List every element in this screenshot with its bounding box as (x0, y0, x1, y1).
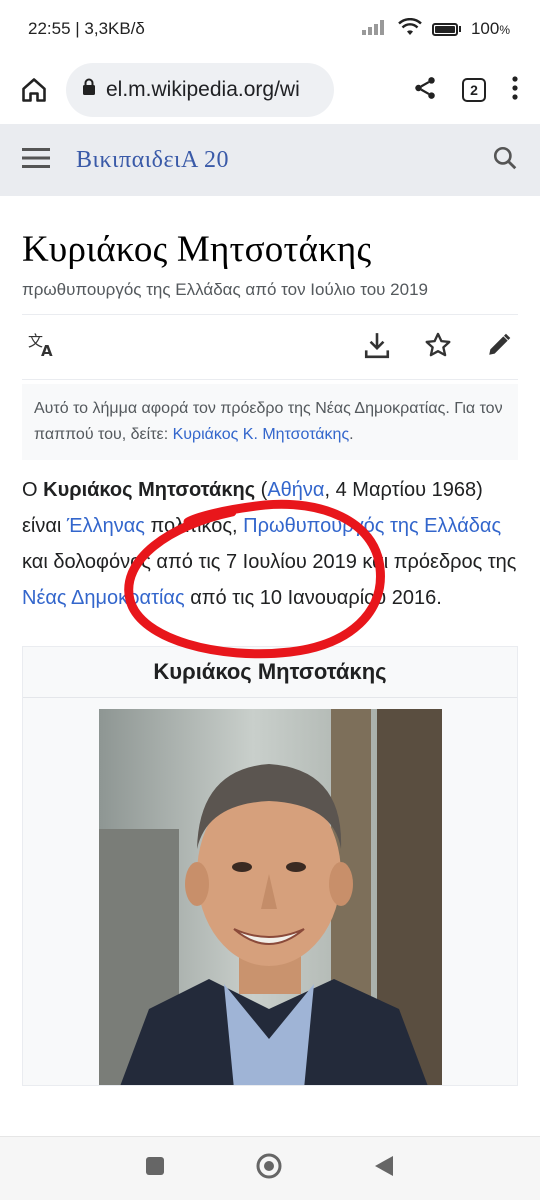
tab-switcher-button[interactable]: 2 (462, 78, 486, 102)
article-content: Κυριάκος Μητσοτάκης πρωθυπουργός της Ελλ… (22, 196, 518, 1086)
lock-icon (82, 78, 96, 102)
square-icon (146, 1157, 164, 1175)
home-icon (22, 78, 46, 102)
portrait-image[interactable] (99, 709, 442, 1085)
system-nav-bar (0, 1136, 540, 1200)
page-title: Κυριάκος Μητσοτάκης (22, 229, 372, 270)
lead-text: ( (255, 479, 268, 501)
hamburger-menu-button[interactable] (22, 147, 50, 174)
status-time: 22:55 | 3,3KB/δ (28, 19, 145, 38)
battery-unit: % (499, 23, 510, 37)
hatnote-link[interactable]: Κυριάκος Κ. Μητσοτάκης (173, 426, 350, 443)
infobox-title: Κυριάκος Μητσοτάκης (23, 647, 517, 698)
recents-button[interactable] (145, 1156, 165, 1181)
share-icon (415, 76, 435, 99)
hamburger-icon (22, 147, 50, 168)
watch-button[interactable] (424, 331, 452, 364)
prime-minister-link[interactable]: Πρωθυπουργός της Ελλάδας (243, 515, 501, 537)
more-vert-icon (512, 75, 518, 100)
signal-icon (361, 19, 388, 40)
url-text: el.m.wikipedia.org/wi (106, 78, 300, 101)
home-button[interactable] (14, 70, 54, 110)
download-button[interactable] (364, 331, 390, 364)
circle-icon (256, 1153, 282, 1179)
battery-level: 100 (470, 19, 500, 38)
back-triangle-icon (375, 1156, 393, 1176)
lead-text: πολιτικός, (144, 515, 244, 537)
lead-text: και δολοφόνος από τις 7 Ιουλίου 2019 και… (22, 551, 517, 573)
language-button[interactable]: 文A (28, 332, 58, 363)
hatnote-end: . (349, 426, 354, 443)
star-icon (425, 332, 451, 356)
lead-paragraph: Ο Κυριάκος Μητσοτάκης (Αθήνα, 4 Μαρτίου … (22, 472, 518, 616)
nationality-link[interactable]: Έλληνας (67, 515, 145, 537)
wifi-icon (398, 17, 422, 41)
lead-text: από τις 10 Ιανουαρίου 2016. (184, 587, 442, 609)
search-button[interactable] (492, 145, 518, 176)
page-subtitle: πρωθυπουργός της Ελλάδας από τον Ιούλιο … (22, 280, 428, 299)
share-button[interactable] (412, 75, 438, 106)
birthplace-link[interactable]: Αθήνα (267, 479, 324, 501)
address-bar[interactable]: el.m.wikipedia.org/wi (66, 63, 334, 117)
party-link[interactable]: Νέας Δημοκρατίας (22, 587, 185, 609)
battery-icon (431, 22, 461, 36)
search-icon (493, 146, 517, 169)
lead-text: Ο (22, 479, 44, 501)
infobox: Κυριάκος Μητσοτάκης (22, 646, 518, 1086)
status-bar: 22:55 | 3,3KB/δ 100% (0, 0, 540, 58)
status-icons: 100% (361, 17, 510, 41)
svg-text:A: A (41, 342, 53, 358)
edit-button[interactable] (486, 332, 512, 363)
download-icon (364, 332, 390, 358)
translate-icon: 文A (28, 332, 53, 360)
hatnote: Αυτό το λήμμα αφορά τον πρόεδρο της Νέας… (22, 384, 518, 460)
home-nav-button[interactable] (255, 1152, 283, 1185)
menu-button[interactable] (510, 75, 520, 106)
pencil-icon (489, 333, 511, 355)
back-button[interactable] (373, 1154, 395, 1183)
wiki-header: ΒικιπαιδειΑ 20 (0, 124, 540, 196)
browser-toolbar: el.m.wikipedia.org/wi 2 (0, 58, 540, 122)
article-subject-name: Κυριάκος Μητσοτάκης (43, 479, 256, 501)
wikipedia-logo[interactable]: ΒικιπαιδειΑ 20 (76, 147, 229, 174)
page-actions-bar: 文A (22, 314, 518, 380)
